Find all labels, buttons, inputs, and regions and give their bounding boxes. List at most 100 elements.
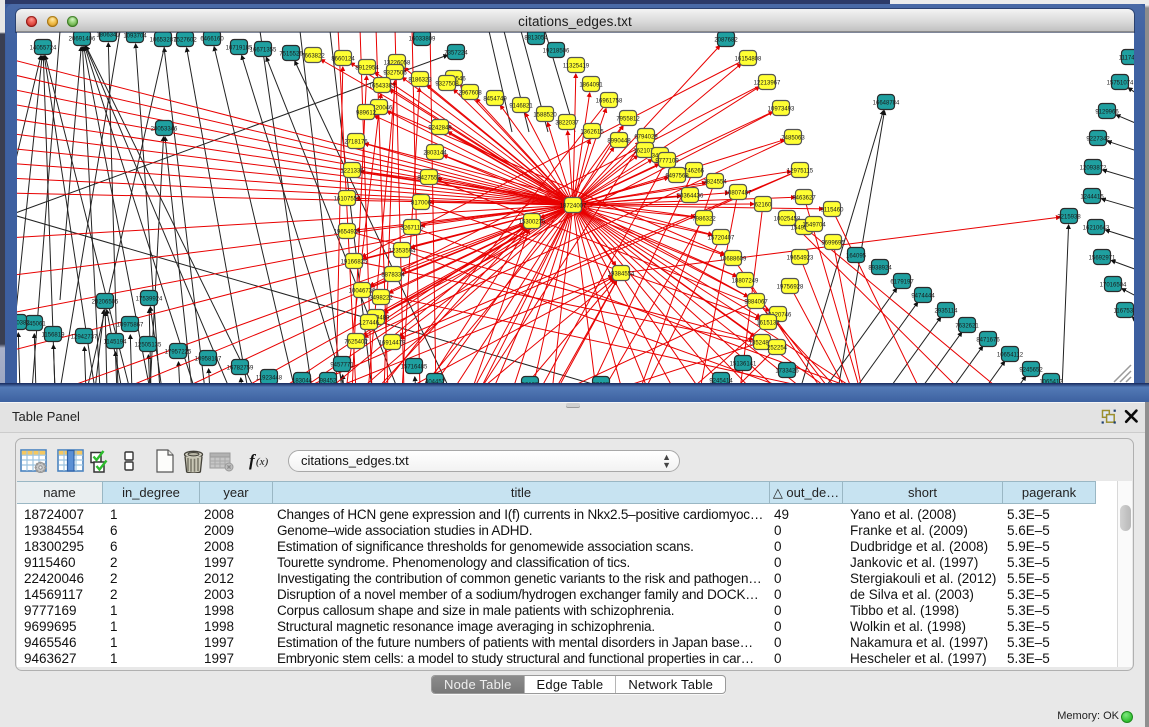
svg-text:12353594: 12353594 <box>389 249 416 255</box>
svg-text:9242848: 9242848 <box>428 126 452 132</box>
svg-text:12505135: 12505135 <box>135 343 162 349</box>
svg-text:15716485: 15716485 <box>401 365 428 371</box>
svg-text:6794028: 6794028 <box>634 135 658 141</box>
svg-text:9699695: 9699695 <box>821 241 845 247</box>
svg-text:8938924: 8938924 <box>868 266 892 272</box>
svg-text:11923448: 11923448 <box>256 376 283 382</box>
svg-text:3215938: 3215938 <box>1057 215 1081 221</box>
svg-text:9115460: 9115460 <box>821 208 845 214</box>
svg-text:14055724: 14055724 <box>30 46 57 52</box>
svg-text:20206505: 20206505 <box>92 300 119 306</box>
svg-text:3267110: 3267110 <box>401 226 425 232</box>
svg-text:817006: 817006 <box>411 201 432 207</box>
svg-text:16543382: 16543382 <box>369 84 396 90</box>
svg-text:8454749: 8454749 <box>483 97 507 103</box>
svg-text:18807249: 18807249 <box>732 279 759 285</box>
svg-text:7663822: 7663822 <box>301 54 325 60</box>
svg-text:9474444: 9474444 <box>911 294 935 300</box>
svg-text:16210643: 16210643 <box>1083 226 1110 232</box>
svg-text:1733426: 1733426 <box>775 369 799 375</box>
svg-text:2087682: 2087682 <box>714 38 738 44</box>
svg-text:10975867: 10975867 <box>117 323 144 329</box>
svg-text:1527602: 1527602 <box>173 38 197 44</box>
svg-text:2803144: 2803144 <box>423 151 447 157</box>
svg-text:15692971: 15692971 <box>1089 256 1116 262</box>
svg-text:989612: 989612 <box>356 111 377 117</box>
svg-text:1156819: 1156819 <box>42 333 66 339</box>
svg-text:7515526: 7515526 <box>279 52 303 58</box>
svg-text:20364436: 20364436 <box>677 194 704 200</box>
svg-text:252254: 252254 <box>767 346 788 352</box>
svg-text:10654112: 10654112 <box>997 353 1024 359</box>
svg-text:2967608: 2967608 <box>458 91 482 97</box>
svg-text:19218506: 19218506 <box>543 49 570 55</box>
svg-text:16671355: 16671355 <box>250 48 277 54</box>
svg-text:2718176: 2718176 <box>344 140 368 146</box>
svg-text:6179197: 6179197 <box>890 280 914 286</box>
svg-text:127446: 127446 <box>359 321 380 327</box>
svg-text:19654934: 19654934 <box>334 230 361 236</box>
svg-text:16782759: 16782759 <box>227 366 254 372</box>
svg-text:12093872: 12093872 <box>1080 166 1107 172</box>
svg-text:15720407: 15720407 <box>708 236 735 242</box>
svg-text:1093704: 1093704 <box>123 34 147 40</box>
svg-text:6497568: 6497568 <box>665 174 689 180</box>
svg-text:9777109: 9777109 <box>655 159 679 165</box>
svg-text:2935114: 2935114 <box>935 309 959 315</box>
svg-text:9884067: 9884067 <box>744 300 768 306</box>
svg-text:1117404: 1117404 <box>1119 56 1134 62</box>
svg-text:7625402: 7625402 <box>344 340 368 346</box>
svg-text:9100382: 9100382 <box>17 321 30 327</box>
svg-text:7955812: 7955812 <box>616 117 640 123</box>
svg-text:1615132: 1615132 <box>756 321 780 327</box>
svg-text:1244415: 1244415 <box>1080 195 1104 201</box>
svg-text:16961758: 16961758 <box>596 99 623 105</box>
svg-text:15300275: 15300275 <box>519 220 546 226</box>
svg-text:10688609: 10688609 <box>720 257 747 263</box>
svg-text:8878334: 8878334 <box>381 273 405 279</box>
svg-text:17016504: 17016504 <box>1100 283 1127 289</box>
svg-text:1588520: 1588520 <box>533 113 557 119</box>
svg-text:9327506: 9327506 <box>383 71 407 77</box>
svg-text:1167533: 1167533 <box>1114 309 1134 315</box>
svg-text:8660124: 8660124 <box>331 57 355 63</box>
svg-text:15136141: 15136141 <box>730 362 757 368</box>
svg-text:20691406: 20691406 <box>69 37 96 43</box>
svg-text:3498222: 3498222 <box>369 296 393 302</box>
svg-text:17957225: 17957225 <box>165 350 192 356</box>
svg-text:16914479: 16914479 <box>379 341 406 347</box>
svg-text:20053346: 20053346 <box>151 127 178 133</box>
svg-text:1362615: 1362615 <box>580 130 604 136</box>
svg-text:8813054: 8813054 <box>524 36 548 42</box>
svg-text:19756928: 19756928 <box>777 285 804 291</box>
svg-text:164095: 164095 <box>846 254 867 260</box>
svg-text:10958107: 10958107 <box>195 357 222 363</box>
svg-text:19654923: 19654923 <box>787 256 814 262</box>
svg-text:9245652: 9245652 <box>1019 368 1043 374</box>
svg-text:7357224: 7357224 <box>444 51 468 57</box>
svg-text:6466160: 6466160 <box>200 37 224 43</box>
svg-text:9457771: 9457771 <box>330 363 354 369</box>
svg-text:11325419: 11325419 <box>563 64 590 70</box>
svg-text:1864091: 1864091 <box>579 83 603 89</box>
svg-text:9129966: 9129966 <box>1095 110 1119 116</box>
svg-text:12213967: 12213967 <box>754 81 781 87</box>
svg-text:9146821: 9146821 <box>509 104 533 110</box>
svg-text:8427552: 8427552 <box>417 176 441 182</box>
svg-text:8912954: 8912954 <box>355 66 379 72</box>
svg-text:9463627: 9463627 <box>792 196 816 202</box>
svg-text:16033809: 16033809 <box>409 37 436 43</box>
svg-text:1221336: 1221336 <box>340 169 364 175</box>
svg-text:15751074: 15751074 <box>1107 81 1134 87</box>
svg-text:18724007: 18724007 <box>560 204 587 210</box>
svg-text:19384554: 19384554 <box>608 272 635 278</box>
svg-text:1145194: 1145194 <box>104 340 128 346</box>
svg-text:17539924: 17539924 <box>136 297 163 303</box>
svg-text:8186323: 8186323 <box>408 78 432 84</box>
svg-text:12942737: 12942737 <box>71 335 98 341</box>
svg-text:7485063: 7485063 <box>781 136 805 142</box>
svg-text:19166825: 19166825 <box>341 260 368 266</box>
svg-text:9227342: 9227342 <box>1086 137 1110 143</box>
svg-text:3822037: 3822037 <box>555 121 579 127</box>
svg-text:8471676: 8471676 <box>976 338 1000 344</box>
